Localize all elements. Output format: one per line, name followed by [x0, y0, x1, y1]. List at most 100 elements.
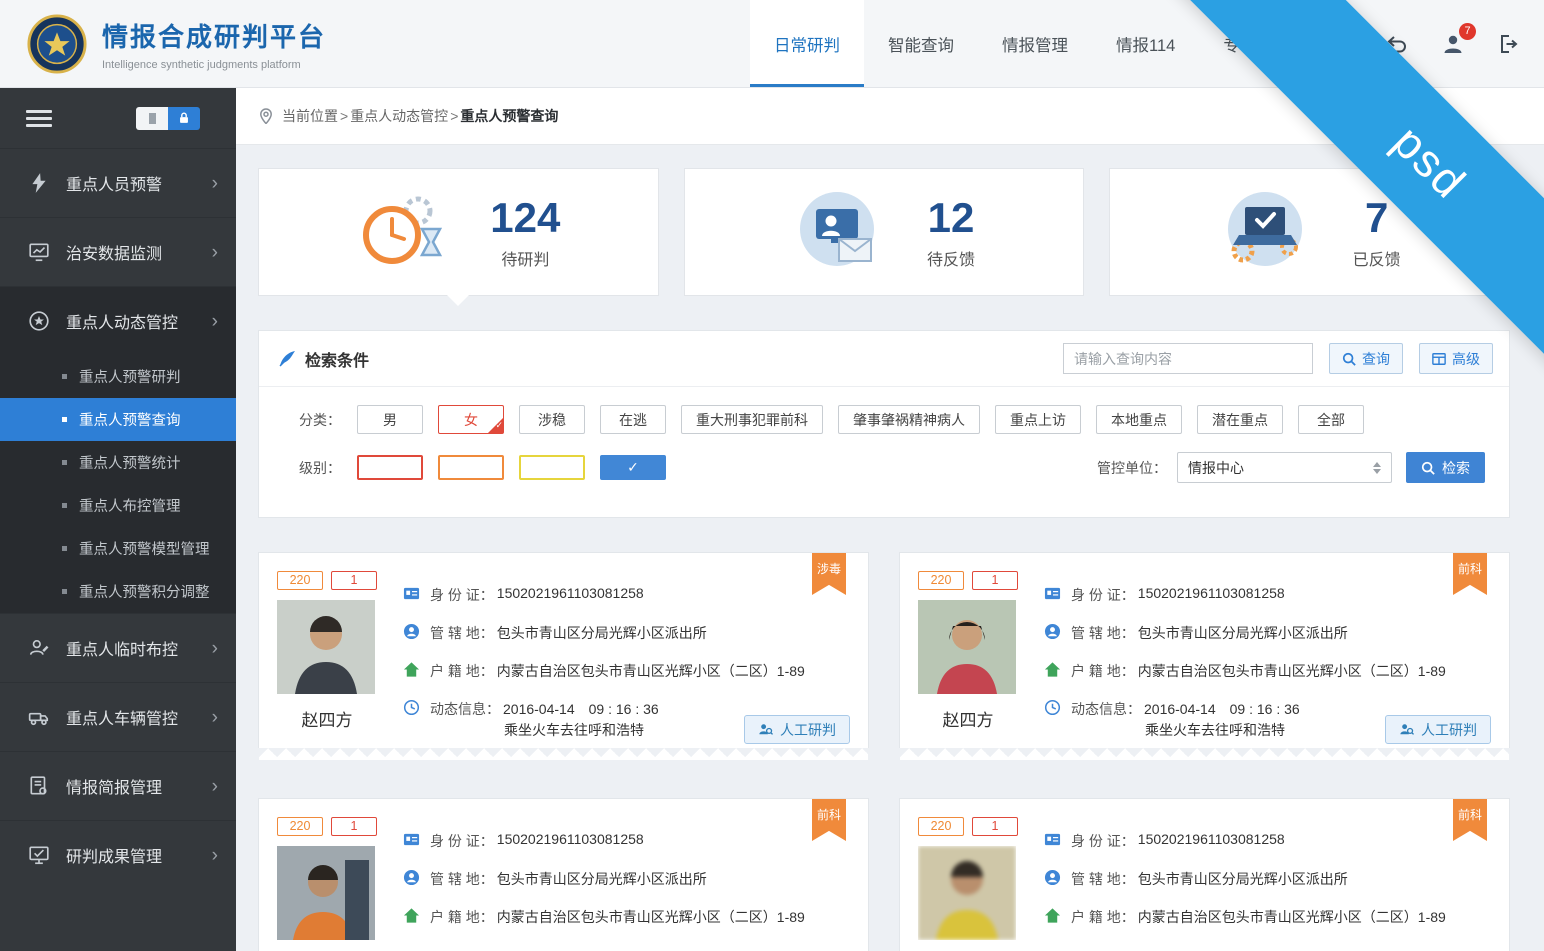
search-icon: [1421, 461, 1435, 475]
chevron-right-icon: ›: [212, 243, 218, 262]
query-button-label: 查询: [1362, 349, 1390, 369]
stat-text: 124 待研判: [490, 194, 560, 270]
category-all[interactable]: 全部: [1298, 405, 1364, 434]
sidebar-item-briefing-manage[interactable]: 情报简报管理 ›: [0, 751, 236, 820]
nav-item-4[interactable]: 情报114: [1092, 0, 1199, 87]
field-label: 户 籍 地：: [430, 661, 494, 681]
zigzag-edge: [900, 748, 1509, 760]
chevron-right-icon: ›: [212, 174, 218, 193]
sidebar-subitem-alert-stats[interactable]: 重点人预警统计: [0, 441, 236, 484]
sidebar-item-dynamic-control[interactable]: 重点人动态管控 ›: [0, 286, 236, 355]
category-mental-incident[interactable]: 肇事肇祸精神病人: [838, 405, 980, 434]
stat-label: 待研判: [490, 246, 560, 270]
residence-row: 户 籍 地： 内蒙古自治区包头市青山区光辉小区（二区）1-89: [1044, 661, 1491, 682]
rank-badge: 1: [972, 817, 1018, 836]
id-card-icon: [403, 585, 421, 603]
sidebar-item-vehicle-control[interactable]: 重点人车辆管控 ›: [0, 682, 236, 751]
brand-text: 情报合成研判平台 Intelligence synthetic judgment…: [102, 17, 326, 71]
query-button[interactable]: 查询: [1329, 343, 1403, 374]
unit-select[interactable]: 情报中心: [1177, 452, 1392, 483]
id-card-icon: [403, 831, 421, 849]
dynamic-detail-row: 乘坐火车去往呼和浩特 人工研判: [501, 715, 850, 744]
sidebar: 重点人员预警 › 治安数据监测 › 重点人动态管控 ›: [0, 88, 236, 951]
jurisdiction-icon: [1044, 623, 1062, 641]
category-fugitive[interactable]: 在逃: [600, 405, 666, 434]
search-button-label: 检索: [1442, 458, 1470, 478]
nav-item-3[interactable]: 情报管理: [978, 0, 1092, 87]
bullet-icon: [62, 417, 67, 422]
sidebar-subitem-score-adjust[interactable]: 重点人预警积分调整: [0, 570, 236, 613]
manual-judgment-button[interactable]: 人工研判: [1385, 715, 1491, 744]
sidebar-subitem-label: 重点人预警查询: [79, 409, 181, 430]
residence-value: 内蒙古自治区包头市青山区光辉小区（二区）1-89: [1138, 907, 1446, 927]
sidebar-item-temp-control[interactable]: 重点人临时布控 ›: [0, 613, 236, 682]
nav-item-2[interactable]: 智能查询: [864, 0, 978, 87]
jurisdiction-icon: [403, 623, 421, 641]
residence-value: 内蒙古自治区包头市青山区光辉小区（二区）1-89: [497, 907, 805, 927]
sidebar-item-label: 治安数据监测: [66, 240, 162, 264]
level-blue-selected[interactable]: ✓: [600, 455, 666, 480]
sidebar-subitem-label: 重点人预警模型管理: [79, 538, 210, 559]
sidebar-subitem-alert-research[interactable]: 重点人预警研判: [0, 355, 236, 398]
level-label: 级别：: [283, 458, 341, 478]
sidebar-subitem-label: 重点人布控管理: [79, 495, 181, 516]
stat-card-pending-feedback[interactable]: 12 待反馈: [684, 168, 1085, 296]
field-label: 动态信息：: [430, 699, 500, 719]
person-name: 赵四方: [918, 706, 1018, 731]
sidebar-subitem-alert-query[interactable]: 重点人预警查询: [0, 398, 236, 441]
bullet-icon: [62, 460, 67, 465]
app-title: 情报合成研判平台: [102, 17, 326, 54]
manual-judgment-button[interactable]: 人工研判: [744, 715, 850, 744]
person-photo[interactable]: [277, 846, 375, 940]
category-list: 男 女 ✓ 涉稳 在逃 重大刑事犯罪前科 肇事肇祸精神病人 重点上访 本地重点: [357, 405, 1364, 434]
dynamic-control-icon: [28, 310, 50, 332]
jurisdiction-value: 包头市青山区分局光辉小区派出所: [1138, 623, 1348, 643]
nav-item-1[interactable]: 日常研判: [750, 0, 864, 87]
stat-text: 12 待反馈: [927, 194, 975, 270]
level-red[interactable]: [357, 455, 423, 480]
person-photo[interactable]: [918, 846, 1016, 940]
id-row: 身 份 证： 1502021961103081258: [403, 831, 850, 852]
sidebar-item-key-person-alert[interactable]: 重点人员预警 ›: [0, 148, 236, 217]
user-avatar[interactable]: 7: [1440, 31, 1466, 57]
search-input[interactable]: [1063, 343, 1313, 374]
person-photo[interactable]: [918, 600, 1016, 694]
level-list: ✓: [357, 455, 666, 480]
category-potential-key[interactable]: 潜在重点: [1197, 405, 1283, 434]
category-local-key[interactable]: 本地重点: [1096, 405, 1182, 434]
house-icon: [1044, 907, 1062, 925]
unit-label: 管控单位：: [1097, 458, 1167, 478]
category-stability[interactable]: 涉稳: [519, 405, 585, 434]
stat-card-pending-judgment[interactable]: 124 待研判: [258, 168, 659, 296]
lock-button[interactable]: [168, 107, 200, 130]
sidebar-item-label: 重点人临时布控: [66, 636, 178, 660]
residence-row: 户 籍 地： 内蒙古自治区包头市青山区光辉小区（二区）1-89: [403, 661, 850, 682]
sidebar-subitem-control-manage[interactable]: 重点人布控管理: [0, 484, 236, 527]
sidebar-item-security-data-monitor[interactable]: 治安数据监测 ›: [0, 217, 236, 286]
person-badges: 220 1: [918, 571, 1018, 590]
category-petition[interactable]: 重点上访: [995, 405, 1081, 434]
person-photo[interactable]: [277, 600, 375, 694]
search-button[interactable]: 检索: [1406, 452, 1485, 483]
logout-icon[interactable]: [1496, 31, 1522, 57]
breadcrumb-item-current: 重点人预警查询: [460, 106, 558, 126]
person-card-left: 220 1: [918, 817, 1018, 951]
chevron-right-icon: ›: [212, 708, 218, 727]
menu-toggle-icon[interactable]: [26, 106, 52, 131]
sidebar-item-results-manage[interactable]: 研判成果管理 ›: [0, 820, 236, 889]
level-yellow[interactable]: [519, 455, 585, 480]
breadcrumb-item-1[interactable]: 重点人动态管控: [350, 106, 448, 126]
jurisdiction-row: 管 辖 地： 包头市青山区分局光辉小区派出所: [403, 869, 850, 890]
score-badge: 220: [277, 817, 323, 836]
category-criminal-record[interactable]: 重大刑事犯罪前科: [681, 405, 823, 434]
brand: 情报合成研判平台 Intelligence synthetic judgment…: [0, 0, 395, 87]
level-orange[interactable]: [438, 455, 504, 480]
category-male[interactable]: 男: [357, 405, 423, 434]
id-row: 身 份 证： 1502021961103081258: [403, 585, 850, 606]
sidebar-subitem-model-manage[interactable]: 重点人预警模型管理: [0, 527, 236, 570]
category-female[interactable]: 女 ✓: [438, 405, 504, 434]
advanced-button[interactable]: 高级: [1419, 343, 1493, 374]
stat-label: 已反馈: [1353, 246, 1401, 270]
category-row: 分类： 男 女 ✓ 涉稳 在逃 重大刑事犯罪前科 肇事肇祸精神病人 重点上访: [283, 405, 1485, 434]
collapse-button[interactable]: [136, 107, 168, 130]
